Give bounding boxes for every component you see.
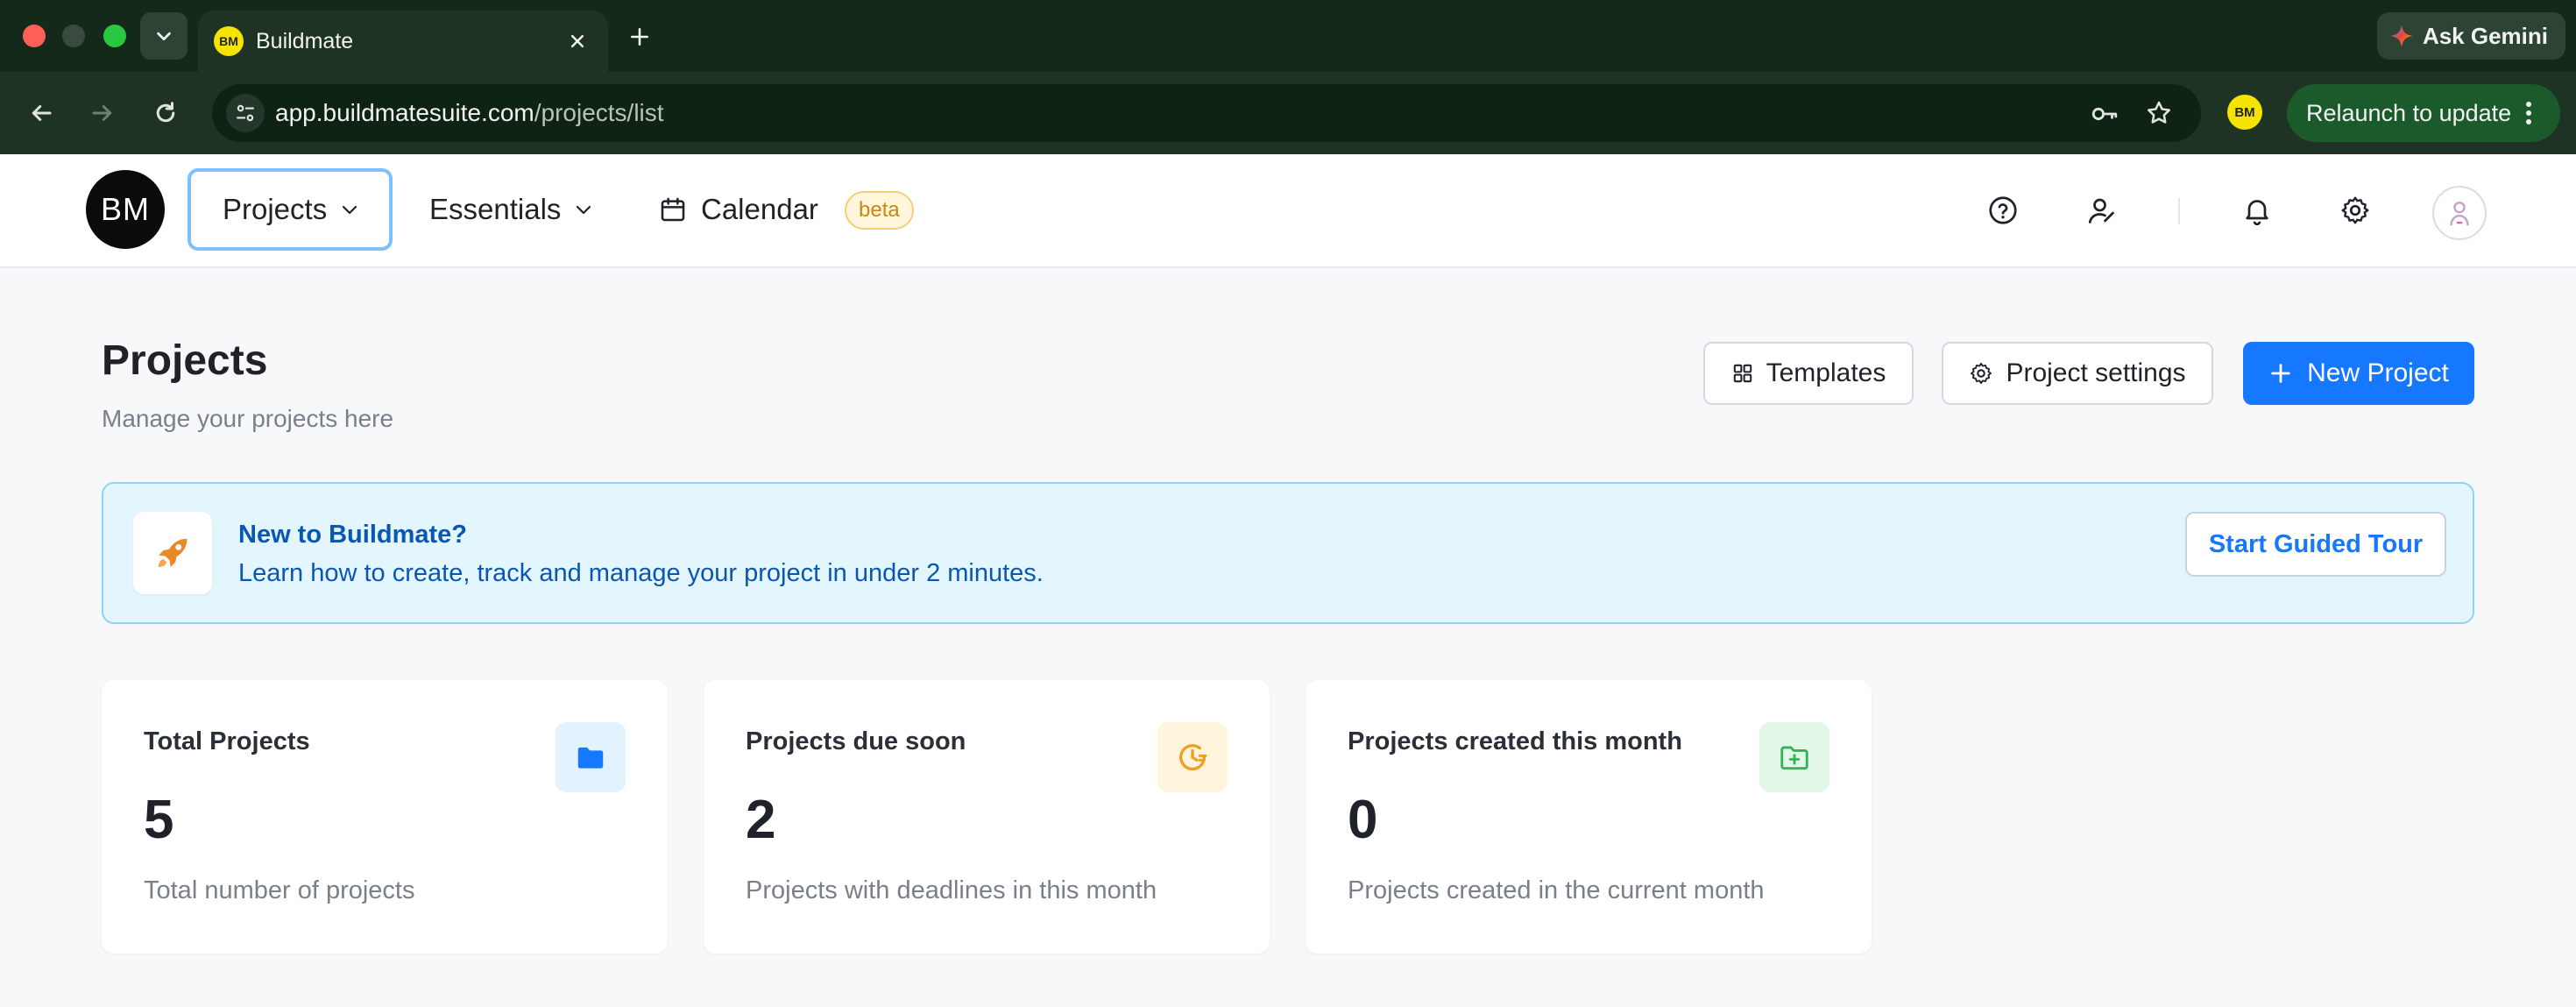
folder-icon <box>556 722 626 792</box>
reload-button[interactable] <box>145 93 186 133</box>
plus-icon <box>631 28 648 46</box>
star-icon <box>2148 101 2170 124</box>
bookmark-button[interactable] <box>2143 97 2175 129</box>
stat-card-projects-due-soon: Projects due soon 2 Projects with deadli… <box>704 680 1270 954</box>
minimize-window-button[interactable] <box>62 25 85 47</box>
header-divider <box>2178 198 2180 224</box>
browser-tabstrip: BM Buildmate Ask Gemini <box>0 0 2576 72</box>
password-key-button[interactable] <box>2089 98 2120 130</box>
close-icon <box>570 34 584 48</box>
help-icon <box>1989 196 2017 224</box>
address-bar[interactable]: app.buildmatesuite.com/projects/list <box>212 84 2201 142</box>
tour-title: New to Buildmate? <box>238 521 468 549</box>
more-vertical-icon <box>2526 102 2531 124</box>
tab-close-button[interactable] <box>561 25 594 58</box>
url-host: app.buildmatesuite.com <box>275 99 534 126</box>
close-window-button[interactable] <box>23 25 46 47</box>
tab-title: Buildmate <box>256 29 354 53</box>
user-icon <box>2088 198 2114 223</box>
nav-essentials-dropdown[interactable]: Essentials <box>429 168 594 251</box>
rocket-icon-box <box>133 512 212 594</box>
gear-icon <box>2341 196 2369 224</box>
notifications-button[interactable] <box>2233 186 2282 235</box>
beta-badge: beta <box>845 191 914 230</box>
maximize-window-button[interactable] <box>103 25 126 47</box>
nav-projects-label: Projects <box>223 193 328 225</box>
gear-icon <box>1971 362 1992 385</box>
page-title: Projects <box>102 337 268 384</box>
back-button[interactable] <box>21 93 61 133</box>
arrow-left-icon <box>32 105 52 121</box>
page-subtitle: Manage your projects here <box>102 405 394 432</box>
arrow-right-icon <box>92 105 112 121</box>
nav-essentials-label: Essentials <box>429 193 562 225</box>
stat-card-description: Projects created in the current month <box>1348 876 1765 904</box>
rocket-icon <box>158 538 188 568</box>
project-settings-button[interactable]: Project settings <box>1942 342 2213 405</box>
ask-gemini-button[interactable]: Ask Gemini <box>2376 12 2565 60</box>
avatar-icon <box>2450 201 2469 226</box>
tour-description: Learn how to create, track and manage yo… <box>238 559 1044 587</box>
browser-profile-avatar[interactable]: BM <box>2227 95 2262 130</box>
start-guided-tour-button[interactable]: Start Guided Tour <box>2185 512 2446 577</box>
stat-card-label: Total Projects <box>144 727 310 755</box>
key-icon <box>2091 107 2118 121</box>
new-project-label: New Project <box>2307 358 2449 387</box>
browser-toolbar: app.buildmatesuite.com/projects/list BM … <box>0 72 2576 154</box>
stat-card-value: 0 <box>1348 790 1378 850</box>
stat-card-description: Total number of projects <box>144 876 415 904</box>
calendar-icon <box>661 197 685 222</box>
stat-card-value: 5 <box>144 790 174 850</box>
stat-card-label: Projects due soon <box>746 727 966 755</box>
stat-card-value: 2 <box>746 790 776 850</box>
chevron-down-icon <box>577 205 591 215</box>
forward-button[interactable] <box>82 93 123 133</box>
chevron-down-icon <box>157 32 171 41</box>
app-header: BM Projects Essentials Calendar beta <box>0 154 2576 268</box>
nav-calendar-link[interactable]: Calendar <box>659 168 818 251</box>
new-project-button[interactable]: New Project <box>2243 342 2474 405</box>
stat-card-label: Projects created this month <box>1348 727 1682 755</box>
url-text: app.buildmatesuite.com/projects/list <box>275 84 664 142</box>
browser-menu-button[interactable] <box>2513 96 2544 130</box>
folder-plus-icon <box>1759 722 1829 792</box>
settings-button[interactable] <box>2331 186 2380 235</box>
relaunch-label: Relaunch to update <box>2306 99 2512 126</box>
templates-button[interactable]: Templates <box>1703 342 1914 405</box>
team-button[interactable] <box>2077 186 2126 235</box>
url-path: /projects/list <box>534 99 664 126</box>
guided-tour-banner: New to Buildmate? Learn how to create, t… <box>102 482 2474 624</box>
grid-icon <box>1733 364 1752 383</box>
chevron-down-icon <box>343 205 357 215</box>
stat-card-description: Projects with deadlines in this month <box>746 876 1157 904</box>
new-tab-button[interactable] <box>622 19 657 54</box>
ask-gemini-label: Ask Gemini <box>2422 22 2548 49</box>
relaunch-button[interactable]: Relaunch to update <box>2287 84 2560 142</box>
tune-icon <box>237 104 254 122</box>
templates-label: Templates <box>1766 358 1886 387</box>
stat-card-total-projects: Total Projects 5 Total number of project… <box>102 680 668 954</box>
stat-card-projects-created-this-month: Projects created this month 0 Projects c… <box>1306 680 1872 954</box>
tab-favicon: BM <box>214 26 244 56</box>
clock-icon <box>1157 722 1228 792</box>
plus-icon <box>2271 364 2290 383</box>
project-settings-label: Project settings <box>2006 358 2186 387</box>
nav-calendar-label: Calendar <box>701 193 818 225</box>
nav-projects-dropdown[interactable]: Projects <box>188 168 393 251</box>
site-info-button[interactable] <box>226 94 265 132</box>
help-button[interactable] <box>1978 186 2028 235</box>
gemini-sparkle-icon <box>2390 25 2413 47</box>
app-logo[interactable]: BM <box>86 170 165 249</box>
bell-icon <box>2246 200 2268 226</box>
reload-icon <box>156 102 175 123</box>
browser-tab[interactable]: BM Buildmate <box>198 11 608 72</box>
tab-search-button[interactable] <box>140 12 188 60</box>
user-avatar[interactable] <box>2432 186 2487 240</box>
